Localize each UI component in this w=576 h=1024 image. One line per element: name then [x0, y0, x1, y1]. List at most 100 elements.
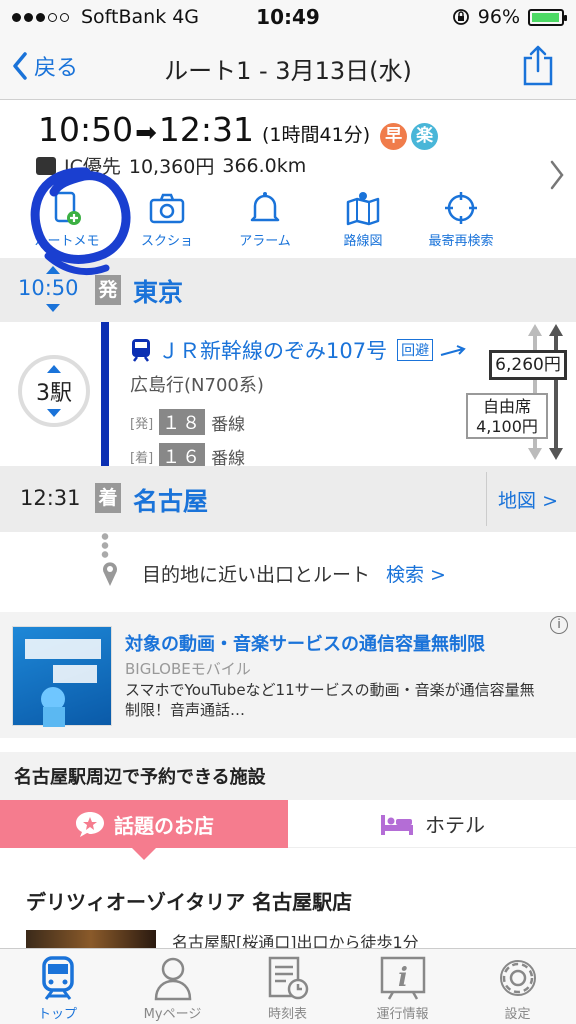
stops-count: 3駅 — [36, 381, 72, 406]
exit-search[interactable]: 検索 > — [386, 560, 446, 587]
platform-tag: [発] — [130, 416, 154, 432]
timetable-icon — [268, 956, 308, 1000]
stops-button[interactable]: 3駅 — [18, 355, 90, 427]
train-icon — [41, 956, 74, 1000]
shop-name[interactable]: デリツィオーゾイタリア 名古屋駅店 — [26, 886, 352, 915]
tabbar-timetable[interactable]: 時刻表 — [230, 955, 345, 1022]
facilities-title: 名古屋駅周辺で予約できる施設 — [14, 767, 266, 788]
train-icon — [132, 339, 150, 362]
tab-popular-shops[interactable]: 話題のお店 — [0, 800, 288, 848]
navigation-bar: 戻る ルート1 - 3月13日(水) — [0, 34, 576, 100]
tab-label: 話題のお店 — [114, 813, 214, 838]
exit-text: 目的地に近い出口とルート — [142, 564, 371, 586]
share-icon — [523, 45, 553, 86]
train-info[interactable]: ＪＲ新幹線のぞみ107号 回避 広島行(N700系) [発] １８ 番線 [着]… — [130, 335, 467, 469]
train-name-row: ＪＲ新幹線のぞみ107号 回避 — [130, 335, 467, 365]
bed-icon — [381, 814, 413, 835]
page-title: ルート1 - 3月13日(水) — [164, 57, 412, 85]
arrival-row: 12:31 着 名古屋 — [0, 466, 576, 532]
chat-star-icon — [76, 812, 104, 837]
target-icon — [445, 192, 477, 224]
svg-text:i: i — [398, 963, 408, 993]
tool-label: スクショ — [140, 234, 193, 249]
train-destination: 広島行(N700系) — [130, 375, 264, 396]
departure-platform: [発] １８ 番線 — [130, 409, 467, 435]
chevron-right-icon — [550, 160, 564, 190]
total-fare-bar — [549, 322, 563, 464]
tabbar-mypage[interactable]: Myページ — [115, 955, 230, 1022]
distance-value: 366.0km — [222, 154, 307, 177]
ad-info-icon[interactable]: i — [550, 616, 568, 634]
gear-icon — [499, 960, 536, 996]
train-name: ＪＲ新幹線のぞみ107号 — [158, 339, 388, 363]
rotation-lock-icon — [452, 9, 469, 25]
arrive-time: 12:31 — [158, 110, 255, 149]
tabbar-label: 運行情報 — [376, 1007, 429, 1022]
annotation-circle — [30, 167, 131, 276]
arrival-station[interactable]: 名古屋 — [133, 482, 208, 518]
platform-suffix: 番線 — [211, 414, 246, 435]
alarm-button[interactable]: アラーム — [215, 190, 315, 249]
tabbar-top[interactable]: トップ — [0, 955, 115, 1022]
time-down-icon — [46, 304, 60, 312]
shop-thumbnail[interactable] — [26, 930, 156, 950]
map-link[interactable]: 地図 > — [498, 486, 558, 513]
easy-badge: 楽 — [411, 123, 439, 150]
facilities-heading: 名古屋駅周辺で予約できる施設 — [0, 752, 576, 800]
ad-sponsor: BIGLOBEモバイル — [125, 660, 251, 678]
tab-bar: トップ Myページ 時刻表 i 運行情報 設定 — [0, 948, 576, 1024]
map-icon — [346, 192, 380, 226]
depart-time: 10:50 — [38, 110, 134, 149]
summary-detail-button[interactable] — [550, 160, 564, 194]
tab-label: ホテル — [425, 813, 485, 837]
tool-label: 路線図 — [343, 234, 383, 249]
seat-type: 自由席 — [482, 397, 531, 416]
status-right: 96% — [452, 6, 567, 28]
ad-image — [12, 626, 112, 727]
battery-icon — [528, 8, 567, 26]
detour-button[interactable]: 回避 — [397, 339, 434, 361]
detour-arrow-icon — [440, 345, 466, 356]
platform-tag: [着] — [130, 450, 154, 466]
battery-percent: 96% — [477, 6, 520, 28]
tabbar-label: 設定 — [504, 1007, 531, 1022]
exit-route-link[interactable]: 目的地に近い出口とルート 検索 > — [102, 560, 446, 587]
tabbar-label: Myページ — [143, 1007, 202, 1022]
tool-label: 最寄再検索 — [428, 234, 494, 249]
seat-fare: 4,100円 — [476, 417, 538, 436]
tool-label: アラーム — [239, 234, 291, 249]
camera-icon — [149, 193, 185, 224]
ad-banner[interactable]: 対象の動画・音楽サービスの通信容量無制限 BIGLOBEモバイル スマホでYou… — [0, 612, 576, 738]
nearest-search-button[interactable]: 最寄再検索 — [411, 190, 511, 249]
info-icon: i — [380, 956, 425, 1000]
platform-suffix: 番線 — [211, 448, 246, 469]
time-summary: 10:50 ➡ 12:31 (1時間41分) 早 楽 — [38, 110, 439, 150]
status-bar: SoftBank 4G 10:49 96% — [0, 0, 576, 34]
seat-fare-box[interactable]: 自由席 4,100円 — [466, 393, 548, 439]
route-line — [101, 322, 109, 482]
tab-hotel[interactable]: ホテル — [288, 800, 576, 848]
walk-dots — [101, 532, 109, 558]
tabbar-settings[interactable]: 設定 — [460, 955, 575, 1022]
arrival-mark: 着 — [95, 483, 121, 513]
tab-pointer — [132, 848, 156, 860]
expand-up-icon — [47, 365, 61, 373]
tabbar-label: トップ — [37, 1007, 77, 1022]
share-button[interactable] — [522, 44, 554, 90]
duration: (1時間41分) — [262, 124, 371, 146]
tabbar-label: 時刻表 — [267, 1007, 307, 1022]
pin-icon — [103, 561, 117, 586]
fast-badge: 早 — [380, 123, 408, 150]
bell-icon — [250, 192, 280, 222]
route-map-button[interactable]: 路線図 — [313, 190, 413, 249]
platform-number: １８ — [159, 409, 206, 435]
tabbar-service-info[interactable]: i 運行情報 — [345, 955, 460, 1022]
person-icon — [154, 957, 191, 1001]
ad-title: 対象の動画・音楽サービスの通信容量無制限 — [125, 634, 485, 655]
ad-body: スマホでYouTubeなど11サービスの動画・音楽が通信容量無制限！音声通話… — [125, 681, 535, 719]
divider — [486, 472, 487, 526]
arrival-time: 12:31 — [20, 486, 81, 510]
expand-down-icon — [47, 409, 61, 417]
total-fare[interactable]: 6,260円 — [489, 350, 567, 380]
arrow-right-icon: ➡ — [135, 118, 157, 148]
